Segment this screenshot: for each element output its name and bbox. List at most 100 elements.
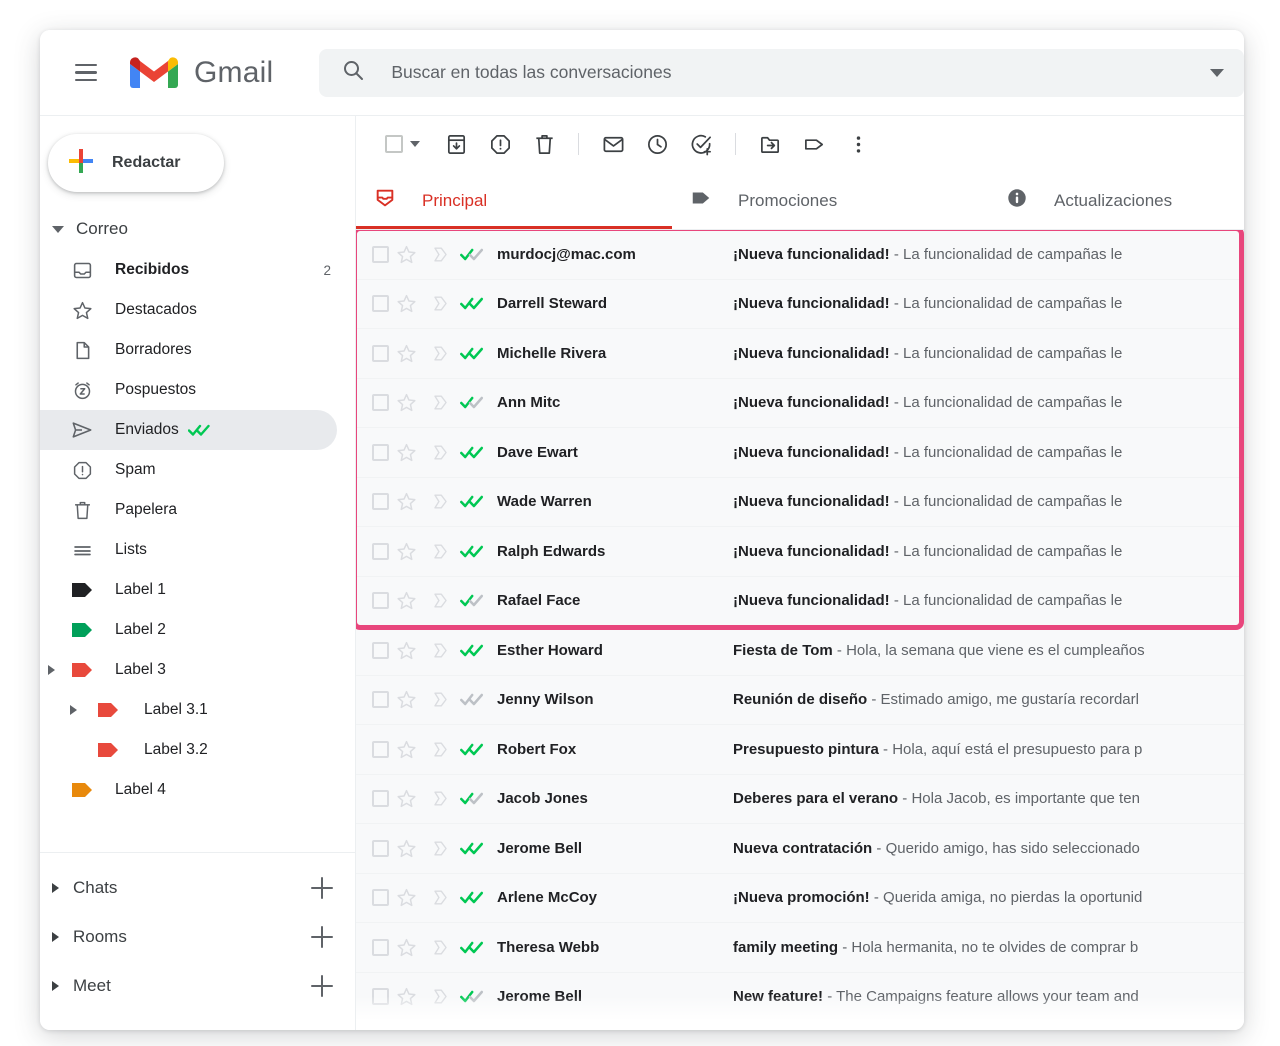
hamburger-icon[interactable]: [64, 51, 108, 95]
star-icon[interactable]: [389, 491, 423, 512]
plus-icon[interactable]: [311, 975, 333, 997]
sidebar-section-meet[interactable]: Meet: [40, 961, 355, 1010]
table-row[interactable]: Jacob JonesDeberes para el verano - Hola…: [356, 775, 1244, 825]
important-marker-icon[interactable]: [423, 888, 457, 907]
row-checkbox[interactable]: [372, 444, 389, 461]
expand-triangle-icon[interactable]: [70, 705, 77, 715]
table-row[interactable]: Wade Warren¡Nueva funcionalidad! - La fu…: [356, 478, 1244, 528]
chevron-down-icon[interactable]: [410, 141, 420, 147]
row-checkbox[interactable]: [372, 889, 389, 906]
important-marker-icon[interactable]: [423, 492, 457, 511]
tab-actualizaciones[interactable]: Actualizaciones: [988, 172, 1244, 229]
sidebar-item-borradores[interactable]: Borradores: [40, 330, 337, 370]
star-icon[interactable]: [389, 689, 423, 710]
table-row[interactable]: Darrell Steward¡Nueva funcionalidad! - L…: [356, 280, 1244, 330]
star-icon[interactable]: [389, 293, 423, 314]
row-checkbox[interactable]: [372, 246, 389, 263]
row-checkbox[interactable]: [372, 790, 389, 807]
important-marker-icon[interactable]: [423, 344, 457, 363]
search-input[interactable]: [391, 62, 1196, 83]
star-icon[interactable]: [389, 640, 423, 661]
important-marker-icon[interactable]: [423, 641, 457, 660]
sidebar-section-chats[interactable]: Chats: [40, 863, 355, 912]
table-row[interactable]: Robert FoxPresupuesto pintura - Hola, aq…: [356, 725, 1244, 775]
important-marker-icon[interactable]: [423, 789, 457, 808]
table-row[interactable]: Jerome BellNueva contratación - Querido …: [356, 824, 1244, 874]
table-row[interactable]: Esther HowardFiesta de Tom - Hola, la se…: [356, 626, 1244, 676]
add-to-tasks-icon[interactable]: [679, 122, 723, 166]
star-icon[interactable]: [389, 392, 423, 413]
compose-button[interactable]: Redactar: [48, 134, 224, 192]
important-marker-icon[interactable]: [423, 542, 457, 561]
sidebar-label-3[interactable]: Label 3: [40, 650, 337, 690]
table-row[interactable]: murdocj@mac.com¡Nueva funcionalidad! - L…: [356, 230, 1244, 280]
star-icon[interactable]: [389, 541, 423, 562]
move-to-icon[interactable]: [748, 122, 792, 166]
star-icon[interactable]: [389, 937, 423, 958]
sidebar-label-4[interactable]: Label 4: [40, 770, 337, 810]
chevron-down-icon[interactable]: [1210, 69, 1224, 77]
delete-icon[interactable]: [522, 122, 566, 166]
sidebar-item-enviados[interactable]: Enviados: [40, 410, 337, 450]
important-marker-icon[interactable]: [423, 591, 457, 610]
sidebar-label-3-1[interactable]: Label 3.1: [40, 690, 337, 730]
star-icon[interactable]: [389, 442, 423, 463]
table-row[interactable]: Rafael Face¡Nueva funcionalidad! - La fu…: [356, 577, 1244, 627]
table-row[interactable]: Dave Ewart¡Nueva funcionalidad! - La fun…: [356, 428, 1244, 478]
row-checkbox[interactable]: [372, 592, 389, 609]
important-marker-icon[interactable]: [423, 839, 457, 858]
more-options-icon[interactable]: [836, 122, 880, 166]
important-marker-icon[interactable]: [423, 740, 457, 759]
plus-icon[interactable]: [311, 926, 333, 948]
tab-principal[interactable]: Principal: [356, 172, 672, 229]
row-checkbox[interactable]: [372, 691, 389, 708]
sidebar-item-lists[interactable]: Lists: [40, 530, 337, 570]
plus-icon[interactable]: [311, 877, 333, 899]
row-checkbox[interactable]: [372, 840, 389, 857]
sidebar-label-2[interactable]: Label 2: [40, 610, 337, 650]
star-icon[interactable]: [389, 244, 423, 265]
table-row[interactable]: Michelle Rivera¡Nueva funcionalidad! - L…: [356, 329, 1244, 379]
star-icon[interactable]: [389, 739, 423, 760]
row-checkbox[interactable]: [372, 543, 389, 560]
labels-icon[interactable]: [792, 122, 836, 166]
row-checkbox[interactable]: [372, 988, 389, 1005]
sidebar-item-pospuestos[interactable]: Pospuestos: [40, 370, 337, 410]
report-spam-icon[interactable]: [478, 122, 522, 166]
mail-list[interactable]: murdocj@mac.com¡Nueva funcionalidad! - L…: [356, 230, 1244, 1030]
star-icon[interactable]: [389, 986, 423, 1007]
row-checkbox[interactable]: [372, 493, 389, 510]
star-icon[interactable]: [389, 590, 423, 611]
row-checkbox[interactable]: [372, 642, 389, 659]
important-marker-icon[interactable]: [423, 294, 457, 313]
star-icon[interactable]: [389, 887, 423, 908]
mark-unread-icon[interactable]: [591, 122, 635, 166]
table-row[interactable]: Jerome BellNew feature! - The Campaigns …: [356, 973, 1244, 1023]
row-checkbox[interactable]: [372, 394, 389, 411]
row-checkbox[interactable]: [372, 295, 389, 312]
star-icon[interactable]: [389, 838, 423, 859]
sidebar-label-1[interactable]: Label 1: [40, 570, 337, 610]
table-row[interactable]: Jenny WilsonReunión de diseño - Estimado…: [356, 676, 1244, 726]
star-icon[interactable]: [389, 343, 423, 364]
sidebar-item-papelera[interactable]: Papelera: [40, 490, 337, 530]
row-checkbox[interactable]: [372, 939, 389, 956]
row-checkbox[interactable]: [372, 345, 389, 362]
expand-triangle-icon[interactable]: [48, 665, 55, 675]
important-marker-icon[interactable]: [423, 987, 457, 1006]
important-marker-icon[interactable]: [423, 690, 457, 709]
sidebar-label-3-2[interactable]: Label 3.2: [40, 730, 337, 770]
sidebar-section-rooms[interactable]: Rooms: [40, 912, 355, 961]
archive-icon[interactable]: [434, 122, 478, 166]
important-marker-icon[interactable]: [423, 443, 457, 462]
row-checkbox[interactable]: [372, 741, 389, 758]
important-marker-icon[interactable]: [423, 938, 457, 957]
table-row[interactable]: Arlene McCoy¡Nueva promoción! - Querida …: [356, 874, 1244, 924]
search-bar[interactable]: [319, 49, 1244, 97]
mail-section-header[interactable]: Correo: [40, 208, 355, 250]
sidebar-item-recibidos[interactable]: Recibidos 2: [40, 250, 337, 290]
star-icon[interactable]: [389, 788, 423, 809]
table-row[interactable]: Theresa Webbfamily meeting - Hola herman…: [356, 923, 1244, 973]
table-row[interactable]: Ralph Edwards¡Nueva funcionalidad! - La …: [356, 527, 1244, 577]
important-marker-icon[interactable]: [423, 393, 457, 412]
